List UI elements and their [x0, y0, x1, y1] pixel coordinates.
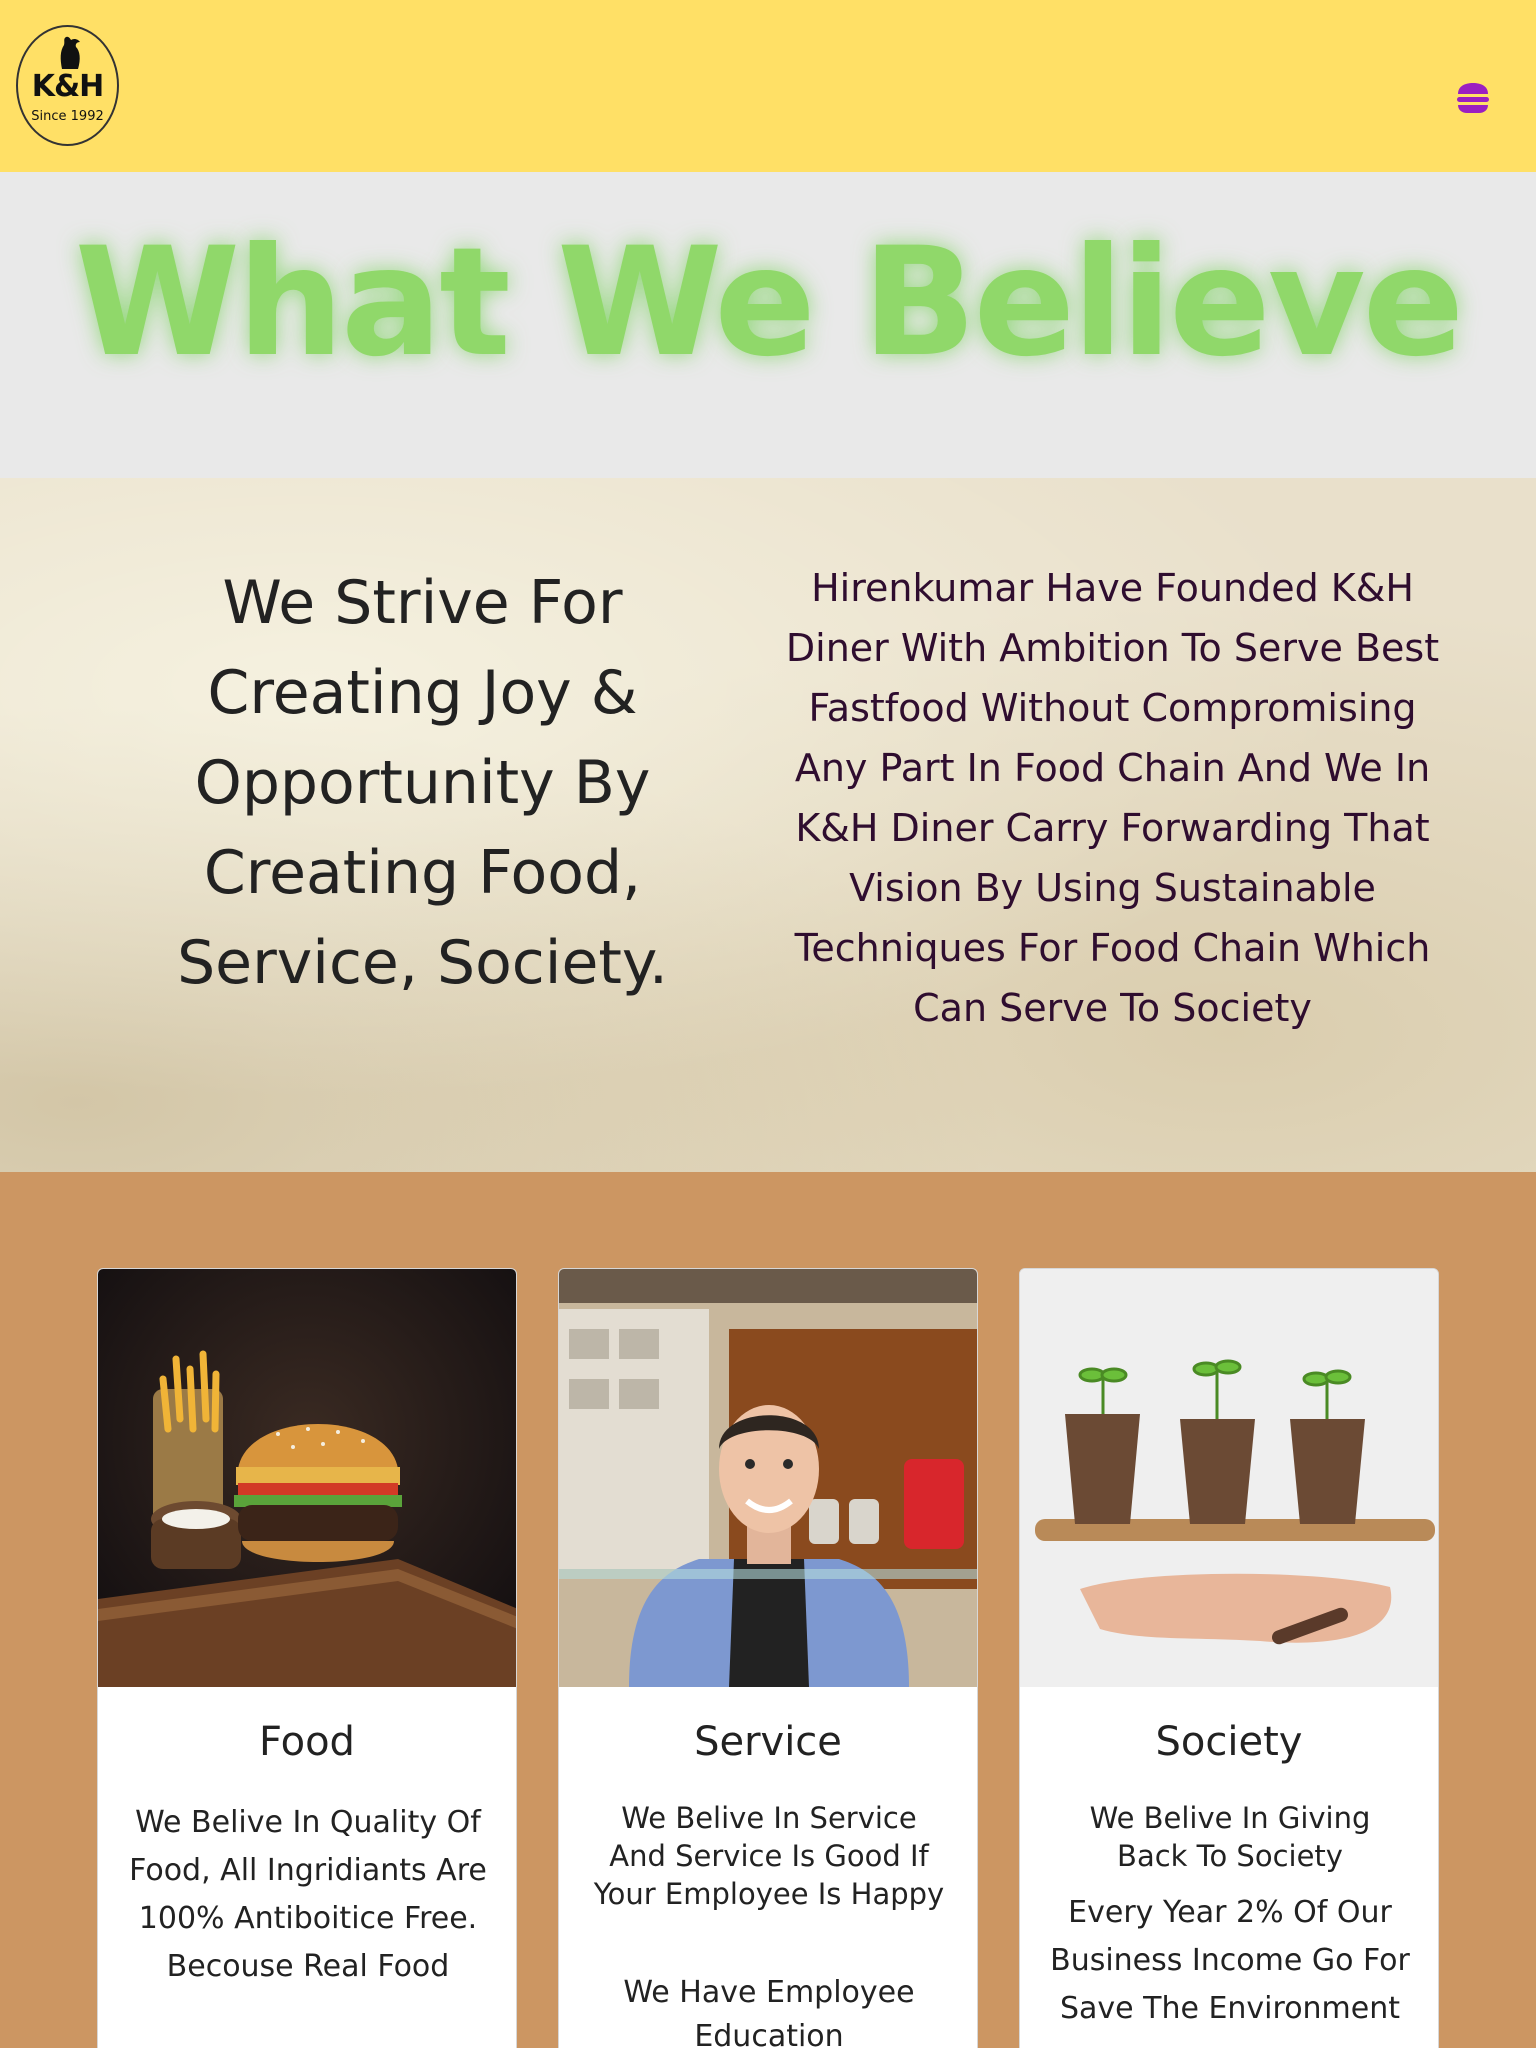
- card-society: Society We Belive In Giving Back To Soci…: [1019, 1268, 1439, 2048]
- card-service: Service We Belive In Service And Service…: [558, 1268, 978, 2048]
- card-text: We Belive In Quality Of Food, All Ingrid…: [129, 1805, 487, 1984]
- menu-button[interactable]: [1455, 82, 1491, 114]
- card-title: Society: [1155, 1719, 1303, 1765]
- rooster-icon: [60, 36, 80, 69]
- top-navbar: K&H Since 1992: [0, 0, 1536, 172]
- card-text: We Belive In Giving Back To Society: [1089, 1801, 1371, 1873]
- card-title: Service: [694, 1719, 842, 1765]
- seedlings-in-hands-photo: [1020, 1269, 1438, 1687]
- hamburger-icon: [1457, 83, 1489, 113]
- card-food: Food We Belive In Quality Of Food, All I…: [97, 1268, 517, 2048]
- card-text: We Belive In Service And Service Is Good…: [593, 1801, 945, 1911]
- card-title: Food: [259, 1719, 355, 1765]
- card-text-secondary: We Have Employee Education: [623, 1975, 915, 2048]
- founder-story: Hirenkumar Have Founded K&H Diner With A…: [785, 566, 1440, 1030]
- hero-section: What We Believe: [0, 172, 1536, 478]
- logo-since: Since 1992: [31, 109, 104, 124]
- card-text-secondary: Every Year 2% Of Our Business Income Go …: [1050, 1895, 1410, 2026]
- page-title: What We Believe: [74, 216, 1465, 390]
- smiling-employee-photo: [559, 1269, 977, 1687]
- brand-logo[interactable]: K&H Since 1992: [16, 25, 119, 146]
- burger-and-fries-photo: [98, 1269, 516, 1687]
- logo-mark: K&H: [31, 69, 105, 104]
- mission-statement: We Strive For Creating Joy & Opportunity…: [177, 568, 668, 998]
- mission-section: We Strive For Creating Joy & Opportunity…: [0, 478, 1536, 1172]
